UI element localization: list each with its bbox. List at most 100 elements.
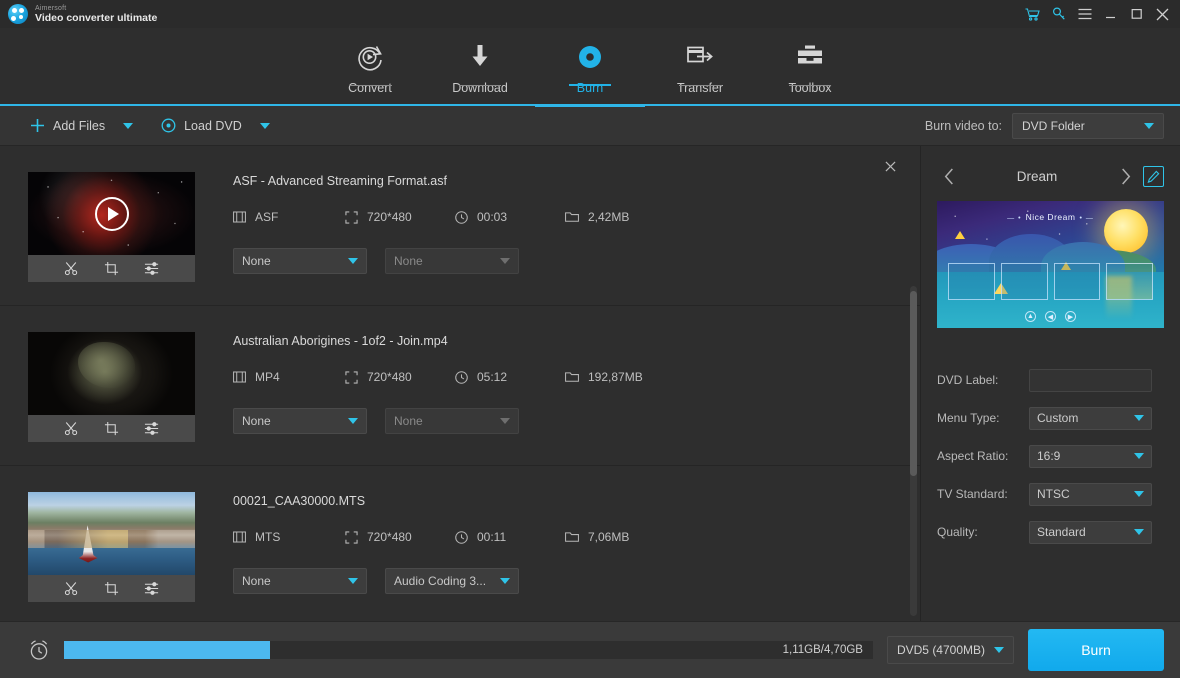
- subtitle-select-value: None: [242, 254, 271, 268]
- file-size-value: 192,87MB: [588, 370, 643, 384]
- sliders-icon[interactable]: [144, 261, 160, 276]
- dvd-label-input[interactable]: [1029, 368, 1152, 392]
- file-format-value: ASF: [255, 210, 279, 224]
- app-brand: Aimersoft Video converter ultimate: [8, 4, 157, 24]
- load-dvd-label: Load DVD: [184, 118, 242, 133]
- file-list: ASF - Advanced Streaming Format.asf ASF: [0, 146, 921, 621]
- video-thumbnail[interactable]: [28, 492, 195, 575]
- aspect-ratio-select[interactable]: 16:9: [1029, 444, 1152, 468]
- scissors-icon[interactable]: [64, 581, 79, 596]
- progress-fill: [64, 641, 271, 659]
- chevron-down-icon: [348, 578, 358, 584]
- minimize-icon[interactable]: [1103, 6, 1118, 22]
- add-files-button[interactable]: Add Files: [30, 118, 105, 133]
- chevron-down-icon: [348, 258, 358, 264]
- video-thumbnail[interactable]: [28, 172, 195, 255]
- audio-select[interactable]: None: [385, 408, 519, 434]
- load-dvd-button[interactable]: Load DVD: [161, 118, 242, 133]
- sliders-icon[interactable]: [144, 581, 160, 596]
- crop-icon[interactable]: [104, 261, 119, 276]
- chevron-left-icon[interactable]: [937, 167, 961, 185]
- audio-select-value: None: [394, 254, 423, 268]
- chevron-down-icon: [1134, 453, 1144, 459]
- table-row[interactable]: 00021_CAA30000.MTS MTS 720*480 00:11 7,0…: [0, 466, 920, 621]
- file-format: MP4: [233, 370, 345, 384]
- preview-nav-prev-icon: ◀: [1045, 311, 1056, 322]
- setting-label: DVD Label:: [937, 373, 999, 387]
- subtitle-select[interactable]: None: [233, 408, 367, 434]
- load-dvd-dropdown-caret[interactable]: [259, 122, 270, 129]
- transfer-icon: [686, 42, 714, 72]
- nav-tab-transfer[interactable]: Transfer: [645, 28, 755, 106]
- scrollbar-thumb[interactable]: [910, 291, 917, 476]
- table-row[interactable]: Australian Aborigines - 1of2 - Join.mp4 …: [0, 306, 920, 466]
- preview-star-icon: [955, 231, 965, 239]
- quality-select[interactable]: Standard: [1029, 520, 1152, 544]
- template-selector: Dream: [937, 160, 1164, 192]
- file-duration: 00:03: [455, 210, 565, 224]
- menu-type-select[interactable]: Custom: [1029, 406, 1152, 430]
- burn-video-to-label: Burn video to:: [924, 118, 1002, 133]
- setting-quality: Quality: Standard: [937, 513, 1164, 551]
- table-row[interactable]: ASF - Advanced Streaming Format.asf ASF: [0, 146, 920, 306]
- nav-tab-toolbox[interactable]: Toolbox: [755, 28, 865, 106]
- chevron-down-icon: [994, 647, 1004, 653]
- disc-type-value: DVD5 (4700MB): [896, 643, 985, 657]
- file-resolution-value: 720*480: [367, 370, 412, 384]
- tv-standard-select[interactable]: NTSC: [1029, 482, 1152, 506]
- maximize-icon[interactable]: [1129, 6, 1144, 22]
- burn-target-select[interactable]: DVD Folder: [1012, 112, 1164, 139]
- sliders-icon[interactable]: [144, 421, 160, 436]
- file-info: ASF - Advanced Streaming Format.asf ASF: [195, 172, 920, 274]
- add-files-dropdown-caret[interactable]: [123, 122, 134, 129]
- scissors-icon[interactable]: [64, 261, 79, 276]
- pencil-edit-icon[interactable]: [1143, 165, 1164, 187]
- remove-file-button[interactable]: [882, 158, 898, 174]
- file-duration: 05:12: [455, 370, 565, 384]
- close-icon[interactable]: [1155, 6, 1170, 22]
- hamburger-menu-icon[interactable]: [1077, 6, 1092, 22]
- setting-label: Menu Type:: [937, 411, 1000, 425]
- file-thumbnail-block: [28, 332, 195, 442]
- title-bar: Aimersoft Video converter ultimate: [0, 0, 1180, 28]
- subtitle-select[interactable]: None: [233, 248, 367, 274]
- disc-icon: [161, 118, 176, 133]
- row-tools-bar: [28, 255, 195, 282]
- brand-company: Aimersoft: [35, 4, 67, 12]
- audio-select[interactable]: Audio Coding 3...: [385, 568, 519, 594]
- resize-icon: [345, 210, 358, 224]
- subtitle-select[interactable]: None: [233, 568, 367, 594]
- file-size-value: 2,42MB: [588, 210, 630, 224]
- nav-tab-download[interactable]: Download: [425, 28, 535, 106]
- main-navigation: Convert Download Burn Transfer Toolbox: [0, 28, 1180, 107]
- crop-icon[interactable]: [104, 581, 119, 596]
- disc-type-select[interactable]: DVD5 (4700MB): [886, 636, 1014, 664]
- progress-size-text: 1,11GB/4,70GB: [782, 644, 863, 656]
- file-name: 00021_CAA30000.MTS: [233, 494, 366, 508]
- download-icon: [466, 42, 494, 72]
- dvd-menu-preview[interactable]: — • Nice Dream • — ▲ ◀ ▶: [937, 201, 1164, 328]
- file-name: Australian Aborigines - 1of2 - Join.mp4: [233, 334, 448, 348]
- bottom-status-bar: 1,11GB/4,70GB DVD5 (4700MB) Burn: [0, 621, 1180, 678]
- key-icon[interactable]: [1051, 6, 1066, 22]
- file-meta-row: MTS 720*480 00:11 7,06MB: [233, 530, 920, 544]
- subtitle-select-value: None: [242, 414, 271, 428]
- burn-button[interactable]: Burn: [1028, 629, 1164, 671]
- nav-tab-convert[interactable]: Convert: [315, 28, 425, 106]
- cart-icon[interactable]: [1025, 6, 1040, 22]
- audio-select[interactable]: None: [385, 248, 519, 274]
- audio-select-value: None: [394, 414, 423, 428]
- file-format-value: MP4: [255, 370, 280, 384]
- video-thumbnail[interactable]: [28, 332, 195, 415]
- preview-dash-left: — •: [1007, 215, 1022, 222]
- nav-tab-burn-label: Burn: [576, 81, 604, 95]
- crop-icon[interactable]: [104, 421, 119, 436]
- film-icon: [233, 531, 246, 543]
- file-format: MTS: [233, 530, 345, 544]
- preview-dash-right: • —: [1079, 215, 1094, 222]
- play-button-icon[interactable]: [94, 196, 129, 231]
- preview-nav-next-icon: ▶: [1065, 311, 1076, 322]
- scissors-icon[interactable]: [64, 421, 79, 436]
- chevron-right-icon[interactable]: [1113, 167, 1137, 185]
- nav-tab-burn[interactable]: Burn: [535, 28, 645, 107]
